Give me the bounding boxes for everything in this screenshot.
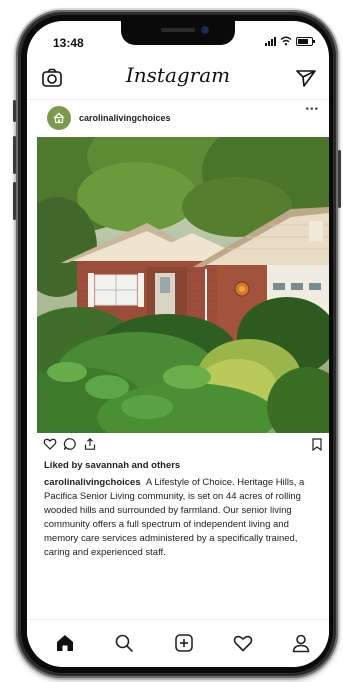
share-icon[interactable] [83,437,97,451]
profile-icon[interactable] [290,632,312,654]
house-logo-icon [53,112,65,124]
send-icon[interactable] [295,67,317,89]
add-post-icon[interactable] [173,632,195,654]
search-icon[interactable] [113,632,135,654]
avatar[interactable] [47,106,71,130]
bottom-nav [27,619,329,667]
mute-switch [13,100,16,122]
post-photo[interactable] [37,137,329,433]
home-icon[interactable] [54,632,76,654]
wifi-icon [280,36,292,46]
activity-heart-icon[interactable] [232,632,254,654]
status-time: 13:48 [53,36,84,50]
status-icons [265,35,315,47]
caption-username[interactable]: carolinalivingchoices [44,477,141,488]
post-caption: carolinalivingchoices A Lifestyle of Cho… [44,476,314,561]
comment-icon[interactable] [63,437,77,451]
post-actions [43,437,97,451]
notch [121,21,235,45]
heart-icon[interactable] [43,437,57,451]
speaker-grille [161,28,195,32]
power-button [338,150,341,208]
volume-down-button [13,182,16,220]
phone-screen: 13:48 Instagram carolinalivingchoices ••… [27,21,329,667]
more-options-icon[interactable]: ••• [305,104,319,115]
signal-icon [265,36,276,46]
instagram-logo: Instagram [125,63,231,87]
battery-icon [296,36,315,46]
volume-up-button [13,136,16,174]
post-header: carolinalivingchoices ••• [27,99,329,138]
caption-text: A Lifestyle of Choice. Heritage Hills, a… [44,477,305,559]
front-camera [201,26,209,34]
post-username[interactable]: carolinalivingchoices [79,113,171,123]
bookmark-icon[interactable] [311,438,323,451]
likes-text: Liked by savannah and others [44,460,181,471]
app-header: Instagram [27,61,329,95]
